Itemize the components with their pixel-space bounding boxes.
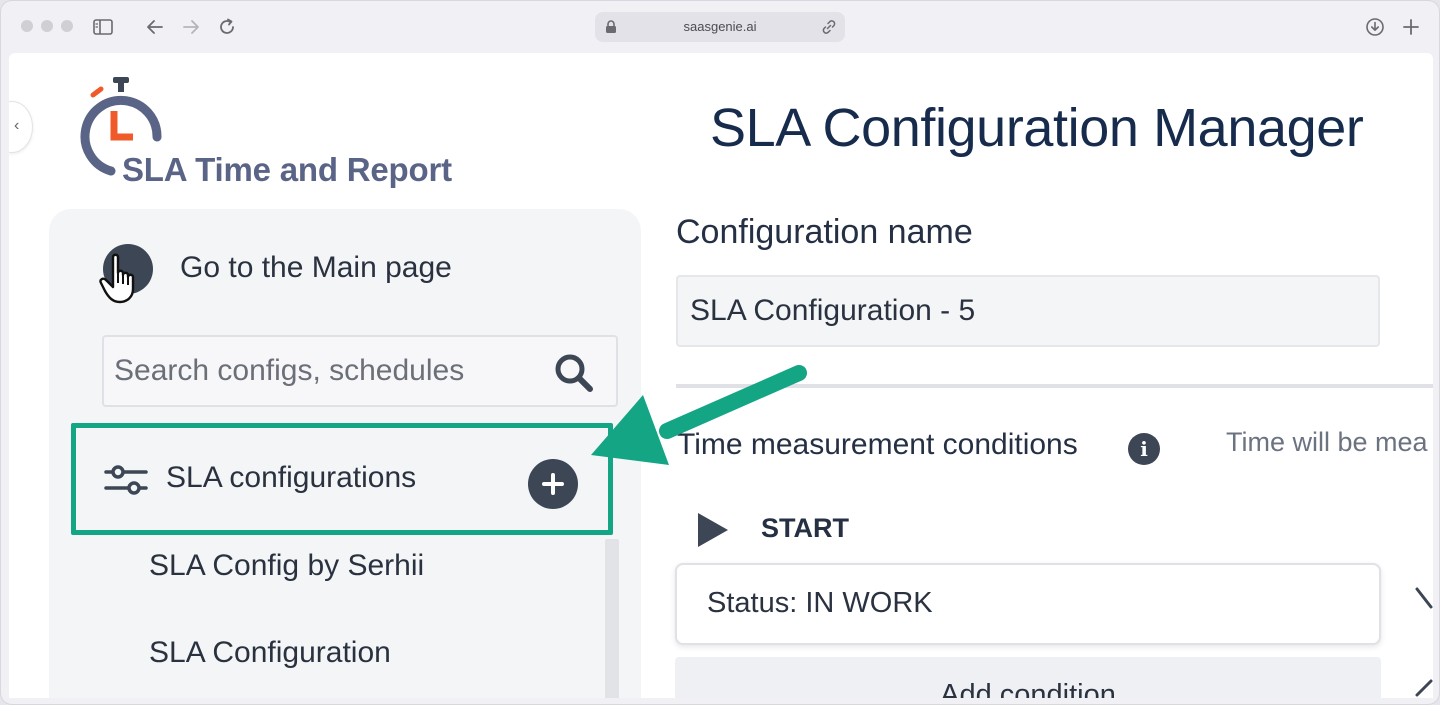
configuration-name-heading: Configuration name — [676, 213, 973, 251]
time-measurement-hint: Time will be mea — [1226, 427, 1428, 457]
search-input[interactable] — [114, 349, 534, 393]
window-minimize-button[interactable] — [41, 20, 53, 32]
hand-cursor-icon — [99, 253, 135, 304]
sliders-icon — [104, 465, 148, 495]
edit-pen-icon[interactable] — [1413, 587, 1433, 611]
section-divider — [676, 384, 1433, 388]
page-viewport: ‹ SLA Time and Report SLA Configuration … — [9, 53, 1433, 698]
window-zoom-button[interactable] — [61, 20, 73, 32]
new-tab-plus-icon[interactable] — [1399, 15, 1423, 39]
chevron-left-icon: ‹ — [14, 117, 20, 134]
sidebar-config-item[interactable]: SLA Config by Serhii — [149, 549, 424, 583]
window-close-button[interactable] — [21, 20, 33, 32]
page-title: SLA Configuration Manager — [710, 98, 1364, 158]
download-icon[interactable] — [1363, 15, 1387, 39]
sidebar: Go to the Main page SLA configurations — [49, 209, 641, 698]
sidebar-scrollbar[interactable] — [605, 539, 619, 698]
sidebar-toggle-icon[interactable] — [91, 15, 115, 39]
reload-icon[interactable] — [215, 15, 239, 39]
browser-toolbar: saasgenie.ai — [1, 1, 1439, 53]
browser-window: saasgenie.ai ‹ SLA Time and Report SLA C… — [0, 0, 1440, 705]
info-icon[interactable]: i — [1128, 433, 1160, 465]
configuration-name-input[interactable] — [676, 275, 1380, 347]
link-icon[interactable] — [821, 19, 837, 35]
back-arrow-icon[interactable] — [143, 15, 167, 39]
add-condition-label: Add condition — [940, 679, 1116, 698]
address-bar[interactable]: saasgenie.ai — [595, 12, 845, 42]
address-url: saasgenie.ai — [683, 19, 757, 34]
status-condition-box[interactable]: Status: IN WORK — [675, 563, 1381, 645]
sidebar-collapse-handle[interactable]: ‹ — [9, 101, 33, 153]
status-condition-text: Status: IN WORK — [707, 587, 933, 619]
app-logo-text: SLA Time and Report — [122, 151, 452, 188]
search-icon[interactable] — [552, 351, 596, 395]
start-label: START — [761, 513, 849, 543]
search-box — [102, 335, 618, 407]
goto-main-page-link[interactable]: Go to the Main page — [99, 241, 523, 304]
sidebar-config-item[interactable]: SLA Configuration — [149, 636, 391, 670]
play-icon — [698, 513, 728, 547]
goto-main-page-label: Go to the Main page — [180, 251, 452, 284]
add-configuration-button[interactable] — [528, 459, 578, 509]
sla-configurations-label: SLA configurations — [166, 461, 417, 494]
time-measurement-heading: Time measurement conditions — [677, 428, 1078, 461]
add-condition-button[interactable]: Add condition — [675, 657, 1381, 698]
forward-arrow-icon[interactable] — [179, 15, 203, 39]
edit-pen-icon[interactable] — [1413, 677, 1433, 697]
sla-configurations-section[interactable]: SLA configurations — [94, 437, 594, 521]
